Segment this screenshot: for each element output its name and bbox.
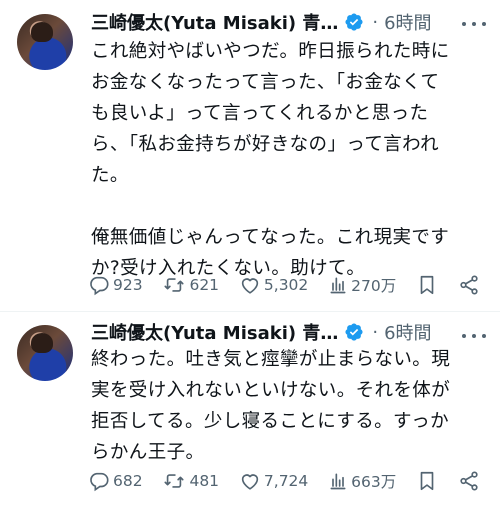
bookmark-button[interactable] (416, 470, 438, 492)
share-icon (460, 471, 478, 491)
tweet-header: 三崎優太(Yuta Misaki) 青… · 6時間 (91, 319, 432, 345)
like-count: 7,724 (263, 472, 309, 490)
like-icon (241, 278, 259, 294)
avatar[interactable] (17, 325, 73, 381)
share-button[interactable] (458, 274, 480, 296)
reply-count: 923 (113, 276, 143, 294)
tweet-header: 三崎優太(Yuta Misaki) 青… · 6時間 (91, 9, 432, 35)
share-icon (460, 275, 478, 295)
avatar[interactable] (17, 14, 73, 70)
reply-icon (90, 472, 109, 492)
retweet-count: 621 (189, 276, 220, 294)
retweet-count: 481 (189, 472, 220, 490)
share-button[interactable] (458, 470, 480, 492)
retweet-button[interactable]: 481 (162, 470, 219, 492)
like-button[interactable]: 5,302 (239, 274, 308, 296)
retweet-button[interactable]: 621 (162, 274, 219, 296)
like-icon (241, 474, 259, 490)
bookmark-icon (420, 275, 434, 295)
author-name[interactable]: 三崎優太(Yuta Misaki) 青… (91, 319, 338, 345)
timestamp[interactable]: 6時間 (384, 319, 431, 345)
like-button[interactable]: 7,724 (239, 470, 308, 492)
action-bar: 682 481 7,724 663万 (88, 468, 480, 494)
tweet-text: 終わった。吐き気と痙攣が止まらない。現 実を受け入れないといけない。それを体が … (91, 349, 451, 463)
separator-dot: · (372, 321, 379, 343)
tweet[interactable]: 三崎優太(Yuta Misaki) 青… · 6時間 終わった。吐き気と痙攣が止… (0, 312, 500, 511)
views-icon (330, 473, 346, 490)
timestamp[interactable]: 6時間 (384, 9, 431, 35)
views-button[interactable]: 663万 (328, 470, 396, 492)
reply-button[interactable]: 923 (88, 274, 143, 296)
bookmark-icon (420, 471, 434, 491)
reply-count: 682 (113, 472, 143, 490)
tweet-text: これ絶対やばいやつだ。昨日振られた時に お金なくなったって言った、「お金なくて … (91, 41, 450, 279)
more-icon[interactable] (462, 14, 486, 34)
separator-dot: · (372, 11, 379, 33)
like-count: 5,302 (263, 276, 309, 294)
views-count: 270万 (351, 277, 397, 295)
author-name[interactable]: 三崎優太(Yuta Misaki) 青… (91, 9, 338, 35)
views-icon (330, 277, 346, 294)
views-button[interactable]: 270万 (328, 274, 396, 296)
more-icon[interactable] (462, 326, 486, 346)
views-count: 663万 (351, 473, 397, 491)
retweet-icon (164, 474, 184, 488)
retweet-icon (164, 278, 184, 292)
reply-icon (90, 276, 109, 296)
verified-badge-icon (344, 12, 364, 32)
verified-badge-icon (344, 322, 364, 342)
tweet[interactable]: 三崎優太(Yuta Misaki) 青… · 6時間 これ絶対やばいやつだ。昨日… (0, 0, 500, 311)
bookmark-button[interactable] (416, 274, 438, 296)
reply-button[interactable]: 682 (88, 470, 143, 492)
action-bar: 923 621 5,302 270万 (88, 272, 480, 298)
